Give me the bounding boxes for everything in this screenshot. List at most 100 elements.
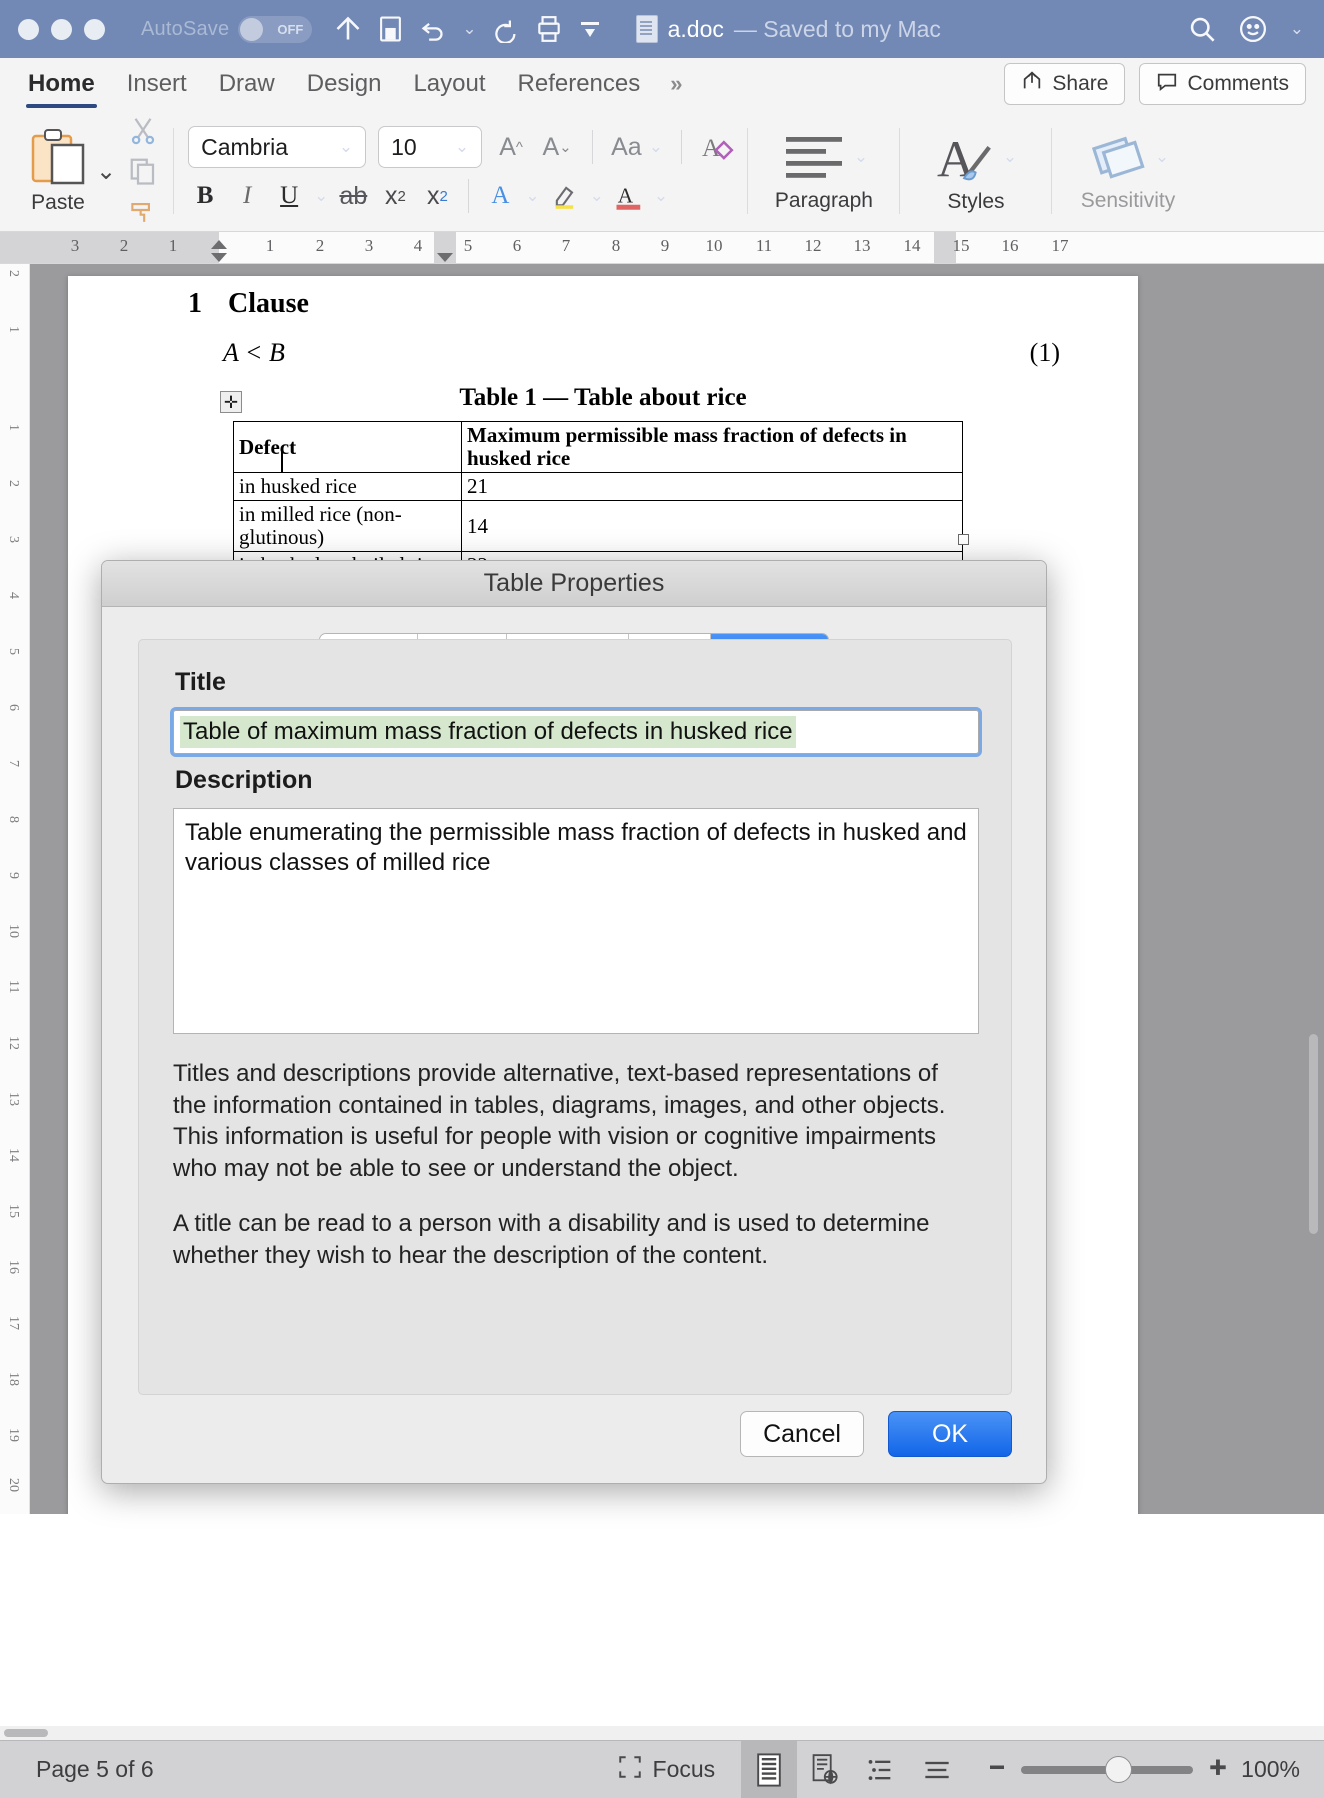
customize-toolbar-icon[interactable] (578, 17, 602, 41)
clear-formatting-button[interactable]: A (700, 127, 734, 167)
underline-button[interactable]: U (272, 176, 306, 216)
zoom-in-icon[interactable] (1207, 1756, 1229, 1783)
font-family-select[interactable]: Cambria ⌄ (188, 126, 366, 168)
vruler-number: 13 (5, 1092, 21, 1106)
subscript-button[interactable]: x2 (378, 176, 412, 216)
tab-home[interactable]: Home (12, 58, 111, 110)
print-layout-icon[interactable] (741, 1741, 797, 1798)
horizontal-scrollbar[interactable] (0, 1726, 1324, 1740)
grow-font-button[interactable]: A^ (494, 127, 528, 167)
document-name-area[interactable]: a.doc — Saved to my Mac (636, 15, 941, 43)
close-window-button[interactable] (18, 19, 39, 40)
copy-icon[interactable] (128, 156, 158, 191)
outline-icon[interactable] (853, 1741, 909, 1798)
horizontal-ruler[interactable]: 3 2 1 1 2 3 4 5 6 7 8 9 10 11 12 13 14 1… (0, 232, 1324, 264)
highlight-button[interactable] (548, 176, 582, 216)
styles-button[interactable]: A ⌄ Styles (910, 115, 1042, 227)
table-header-cell[interactable]: Maximum permissible mass fraction of def… (462, 422, 963, 473)
sensitivity-group: ⌄ Sensitivity (1052, 110, 1204, 232)
styles-icon: A (935, 128, 997, 186)
font-divider-2 (681, 130, 682, 164)
paragraph-chevron-down-icon[interactable]: ⌄ (854, 147, 868, 167)
ok-button[interactable]: OK (888, 1411, 1012, 1457)
styles-chevron-down-icon[interactable]: ⌄ (1003, 147, 1017, 167)
vruler-number: 12 (5, 1036, 21, 1050)
table-cell[interactable]: 14 (462, 501, 963, 552)
tab-references[interactable]: References (502, 58, 657, 110)
zoom-slider[interactable] (1021, 1766, 1193, 1774)
titlebar-right-controls: ⌄ (1188, 14, 1304, 44)
table-row: Defect Maximum permissible mass fraction… (234, 422, 963, 473)
subscript-index: 2 (397, 188, 405, 205)
cancel-button[interactable]: Cancel (740, 1411, 864, 1457)
paragraph-button[interactable]: ⌄ Paragraph (758, 115, 890, 227)
font-color-button[interactable]: A (612, 176, 646, 216)
tab-layout[interactable]: Layout (397, 58, 501, 110)
ribbon-overflow-icon[interactable]: » (656, 71, 696, 97)
table-move-handle[interactable]: ✛ (220, 391, 242, 413)
paste-chevron-down-icon[interactable]: ⌄ (96, 157, 116, 186)
minimize-window-button[interactable] (51, 19, 72, 40)
paragraph-label: Paragraph (775, 189, 873, 213)
table-cell[interactable]: 21 (462, 473, 963, 501)
comments-button[interactable]: Comments (1139, 63, 1306, 105)
horizontal-scrollbar-thumb[interactable] (4, 1729, 48, 1737)
shrink-font-button[interactable]: A⌄ (540, 127, 574, 167)
document-heading: 1Clause (188, 288, 309, 320)
left-indent-marker[interactable] (211, 253, 227, 262)
document-vertical-scrollbar[interactable] (1309, 1034, 1318, 1234)
focus-button[interactable]: Focus (617, 1754, 716, 1786)
first-line-indent-marker[interactable] (211, 240, 227, 249)
status-bar-center: Focus (617, 1741, 1324, 1798)
web-layout-icon[interactable] (797, 1741, 853, 1798)
table-header-cell[interactable]: Defect (234, 422, 462, 473)
window-controls[interactable] (18, 19, 105, 40)
vruler-number: 19 (5, 1428, 21, 1442)
font-color-chevron-down-icon[interactable]: ⌄ (654, 186, 668, 206)
zoom-percentage[interactable]: 100% (1241, 1756, 1300, 1783)
superscript-button[interactable]: x2 (420, 176, 454, 216)
bold-button[interactable]: B (188, 176, 222, 216)
description-textarea[interactable]: Table enumerating the permissible mass f… (173, 808, 979, 1034)
sensitivity-chevron-down-icon[interactable]: ⌄ (1155, 147, 1169, 167)
underline-chevron-down-icon[interactable]: ⌄ (314, 186, 328, 206)
change-case-button[interactable]: Aa ⌄ (611, 127, 663, 167)
strikethrough-button[interactable]: ab (336, 176, 370, 216)
cut-icon[interactable] (128, 115, 158, 150)
highlight-chevron-down-icon[interactable]: ⌄ (590, 186, 604, 206)
zoom-out-icon[interactable] (987, 1757, 1007, 1782)
autosave-toggle[interactable]: OFF (238, 16, 312, 43)
undo-chevron-down-icon[interactable]: ⌄ (462, 19, 476, 39)
autosave-control[interactable]: AutoSave OFF (141, 16, 312, 43)
table-cell[interactable]: in milled rice (non-glutinous) (234, 501, 462, 552)
maximize-window-button[interactable] (84, 19, 105, 40)
ruler-number: 12 (805, 236, 822, 256)
table-cell[interactable]: in husked rice (234, 473, 462, 501)
tab-insert[interactable]: Insert (111, 58, 203, 110)
sensitivity-button[interactable]: ⌄ Sensitivity (1062, 115, 1194, 227)
undo-icon[interactable] (419, 16, 446, 43)
paste-button[interactable]: Paste (22, 127, 94, 215)
format-painter-icon[interactable] (128, 197, 158, 228)
draft-icon[interactable] (909, 1741, 965, 1798)
text-effects-button[interactable]: A (483, 176, 517, 216)
print-icon[interactable] (536, 15, 562, 43)
text-effects-chevron-down-icon[interactable]: ⌄ (525, 186, 539, 206)
save-icon[interactable] (378, 15, 403, 43)
search-icon[interactable] (1188, 15, 1216, 43)
title-input[interactable]: Table of maximum mass fraction of defect… (173, 710, 979, 754)
hanging-indent-marker[interactable] (437, 253, 453, 262)
ruler-number: 10 (706, 236, 723, 256)
account-chevron-down-icon[interactable]: ⌄ (1290, 19, 1304, 39)
share-button[interactable]: Share (1004, 63, 1125, 105)
redo-icon[interactable] (493, 16, 520, 43)
font-size-select[interactable]: 10 ⌄ (378, 126, 482, 168)
tab-draw[interactable]: Draw (203, 58, 291, 110)
home-icon[interactable] (334, 15, 362, 43)
account-icon[interactable] (1238, 14, 1268, 44)
tab-design[interactable]: Design (291, 58, 398, 110)
zoom-slider-handle[interactable] (1105, 1756, 1132, 1783)
document-equation-number: (1) (1030, 338, 1060, 368)
italic-button[interactable]: I (230, 176, 264, 216)
table-resize-handle[interactable] (958, 534, 969, 545)
